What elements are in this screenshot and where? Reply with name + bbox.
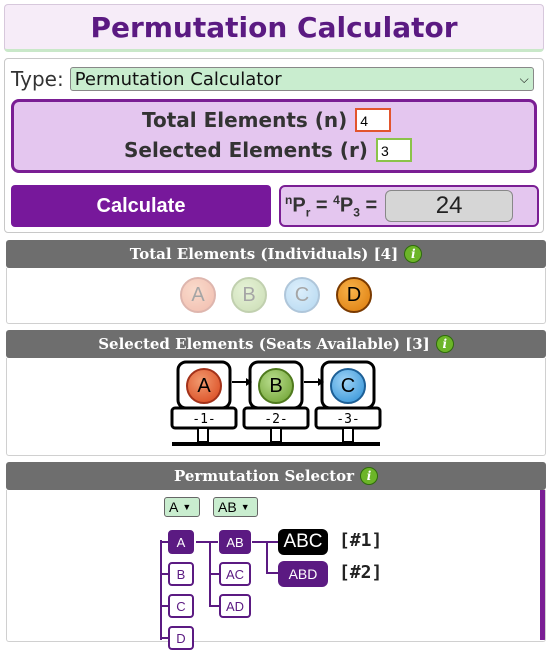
tree-line [160, 540, 162, 640]
tree-node-d[interactable]: D [168, 626, 194, 650]
permutation-1-number: [#1] [339, 530, 383, 551]
title-bar: Permutation Calculator [4, 4, 544, 52]
chevron-down-icon: ▼ [182, 502, 192, 512]
scrollbar[interactable] [540, 490, 545, 640]
formula-box: nPr = 4P3 = 24 [279, 185, 539, 227]
tree-node-c[interactable]: C [168, 594, 194, 618]
permutation-2-number: [#2] [339, 562, 383, 583]
type-label: Type: [11, 67, 64, 91]
seat-1-ball: A [186, 368, 222, 404]
individual-b: B [231, 277, 267, 313]
level2-dropdown-value: AB [218, 499, 237, 515]
level2-dropdown[interactable]: AB ▼ [213, 497, 258, 517]
tree-line [209, 605, 219, 607]
selected-elements-header: Selected Elements (Seats Available) [3] … [6, 330, 546, 358]
chevron-down-icon: ▼ [240, 502, 250, 512]
permutation-selector-area [6, 490, 546, 642]
calculator-panel: Type: Permutation Calculator ⌵ Total Ele… [4, 58, 544, 233]
seat-1-label: -1- [192, 412, 215, 427]
tree-line [160, 605, 168, 607]
tree-node-a[interactable]: A [168, 530, 194, 554]
selected-elements-row: Selected Elements (r) 3 [124, 138, 412, 162]
type-row: Type: Permutation Calculator ⌵ [11, 67, 534, 91]
tree-line [266, 572, 278, 574]
total-elements-row: Total Elements (n) 4 [142, 108, 392, 132]
chevron-down-icon: ⌵ [519, 71, 529, 86]
selected-elements-input[interactable]: 3 [375, 138, 412, 162]
level1-dropdown[interactable]: A ▼ [164, 497, 200, 517]
individual-c: C [284, 277, 320, 313]
info-icon[interactable]: i [404, 245, 423, 263]
tree-node-b[interactable]: B [168, 562, 194, 586]
seat-2-ball: B [258, 368, 294, 404]
total-elements-header-text: Total Elements (Individuals) [4] [129, 245, 399, 263]
tree-line [266, 541, 268, 573]
permutation-selector-header-text: Permutation Selector [173, 467, 355, 485]
tree-node-ab[interactable]: AB [219, 530, 251, 554]
total-elements-input[interactable]: 4 [355, 108, 392, 132]
permutation-selector-header: Permutation Selector i [6, 462, 546, 490]
individual-a: A [180, 277, 216, 313]
inputs-box: Total Elements (n) 4 Selected Elements (… [11, 99, 537, 173]
selected-elements-label: Selected Elements (r) [124, 138, 368, 162]
tree-line [160, 541, 168, 543]
tree-line [209, 573, 219, 575]
formula: nPr = 4P3 = [285, 192, 378, 220]
tree-line [196, 541, 218, 543]
tree-line [160, 573, 168, 575]
seat-3-ball: C [330, 368, 366, 404]
result-field: 24 [385, 190, 514, 222]
info-icon[interactable]: i [435, 335, 454, 353]
individuals-area: A B C D [6, 268, 546, 324]
page-title: Permutation Calculator [90, 10, 458, 44]
type-select-value: Permutation Calculator [74, 68, 282, 90]
type-select[interactable]: Permutation Calculator ⌵ [69, 67, 534, 91]
tree-line [252, 541, 278, 543]
total-elements-label: Total Elements (n) [142, 108, 348, 132]
tree-node-ac[interactable]: AC [219, 562, 251, 586]
selected-elements-header-text: Selected Elements (Seats Available) [3] [98, 335, 430, 353]
permutation-abd[interactable]: ABD [278, 561, 328, 587]
seat-3-label: -3- [336, 412, 359, 427]
total-elements-header: Total Elements (Individuals) [4] i [6, 240, 546, 268]
calculate-button[interactable]: Calculate [11, 185, 271, 227]
info-icon[interactable]: i [360, 467, 379, 485]
individual-d: D [336, 277, 372, 313]
tree-line [160, 637, 168, 639]
tree-node-ad[interactable]: AD [219, 594, 251, 618]
level1-dropdown-value: A [169, 499, 179, 515]
permutation-abc[interactable]: ABC [278, 529, 328, 555]
seat-2-label: -2- [264, 412, 287, 427]
